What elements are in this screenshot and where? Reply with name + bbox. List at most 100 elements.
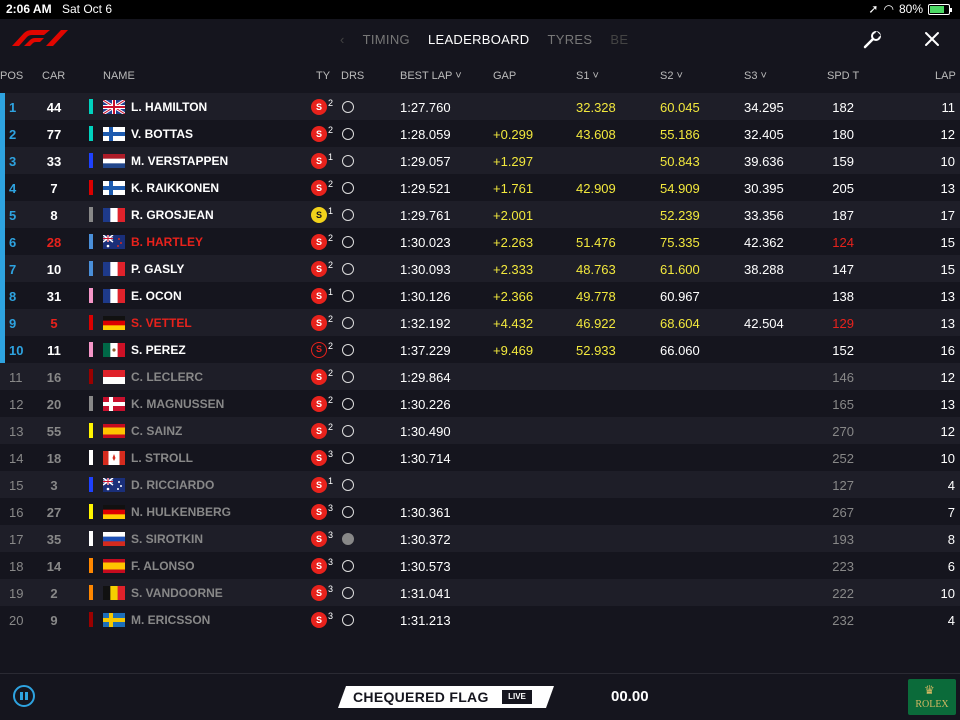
table-row[interactable]: 17 35 S. SIROTKIN S 3 1:30.372 193 8 (0, 525, 960, 552)
table-row[interactable]: 19 2 S. VANDOORNE S 3 1:31.041 222 10 (0, 579, 960, 606)
tyre-stint: 3 (328, 557, 334, 567)
col-best-lap[interactable]: BEST LAP ˅ (400, 70, 462, 82)
team-color-bar (89, 612, 93, 627)
table-row[interactable]: 20 9 M. ERICSSON S 3 1:31.213 232 4 (0, 606, 960, 633)
tab-tyres[interactable]: TYRES (548, 32, 593, 47)
position: 12 (9, 397, 24, 412)
team-color-bar (89, 153, 93, 168)
sector-3: 38.288 (744, 262, 784, 277)
wrench-icon[interactable] (862, 30, 882, 50)
car-number: 16 (46, 370, 62, 385)
tab-leaderboard[interactable]: LEADERBOARD (428, 32, 530, 47)
tab-partial[interactable]: BE (610, 32, 628, 47)
tyre-compound-icon: S (311, 558, 327, 574)
driver-name: K. MAGNUSSEN (131, 397, 225, 411)
car-number: 11 (47, 343, 61, 358)
col-s1[interactable]: S1 ˅ (576, 70, 599, 82)
battery-icon (928, 3, 952, 15)
table-row[interactable]: 3 33 M. VERSTAPPEN S 1 1:29.057 +1.297 5… (0, 147, 960, 174)
table-row[interactable]: 8 31 E. OCON S 1 1:30.126 +2.366 49.778 … (0, 282, 960, 309)
speed-trap: 124 (832, 235, 854, 250)
team-color-bar (89, 450, 93, 465)
sector-2: 55.186 (660, 127, 700, 142)
table-row[interactable]: 18 14 F. ALONSO S 3 1:30.573 223 6 (0, 552, 960, 579)
country-flag-icon (102, 98, 126, 116)
close-icon[interactable] (923, 30, 941, 48)
team-color-bar (89, 180, 93, 195)
best-lap: 1:37.229 (400, 343, 451, 358)
col-s3[interactable]: S3 ˅ (744, 70, 767, 82)
driver-name: C. LECLERC (131, 370, 203, 384)
country-flag-icon (102, 234, 125, 249)
team-color-bar (89, 234, 93, 249)
drs-indicator-icon (342, 317, 354, 329)
leaderboard-table: 1 44 L. HAMILTON S 2 1:27.760 32.328 60.… (0, 93, 960, 633)
gap: +2.263 (493, 235, 534, 250)
table-row[interactable]: 15 3 D. RICCIARDO S 1 127 4 (0, 471, 960, 498)
position: 5 (9, 208, 17, 223)
speed-trap: 270 (832, 424, 854, 439)
position: 9 (9, 316, 17, 331)
col-name: NAME (103, 70, 135, 82)
country-flag-icon (103, 208, 126, 222)
sector-3: 42.362 (744, 235, 784, 250)
country-flag-icon (103, 262, 126, 276)
car-number: 18 (46, 451, 62, 466)
best-lap: 1:30.372 (400, 532, 451, 547)
tab-timing[interactable]: TIMING (363, 32, 410, 47)
car-number: 2 (50, 586, 58, 601)
table-row[interactable]: 11 16 C. LECLERC S 2 1:29.864 146 12 (0, 363, 960, 390)
position: 6 (9, 235, 17, 250)
col-s2[interactable]: S2 ˅ (660, 70, 683, 82)
sector-2: 54.909 (660, 181, 700, 196)
country-flag-icon (103, 505, 125, 520)
col-spd: SPD T (827, 70, 860, 82)
car-number: 27 (46, 505, 62, 520)
tyre-stint: 2 (328, 98, 334, 108)
table-row[interactable]: 1 44 L. HAMILTON S 2 1:27.760 32.328 60.… (0, 93, 960, 120)
drs-indicator-icon (342, 614, 354, 626)
table-row[interactable]: 14 18 L. STROLL S 3 1:30.714 252 10 (0, 444, 960, 471)
table-row[interactable]: 4 7 K. RAIKKONEN S 2 1:29.521 +1.761 42.… (0, 174, 960, 201)
table-row[interactable]: 5 8 R. GROSJEAN S 1 1:29.761 +2.001 52.2… (0, 201, 960, 228)
drs-indicator-icon (342, 479, 354, 491)
best-lap: 1:28.059 (400, 127, 451, 142)
drs-indicator-icon (342, 560, 354, 572)
driver-name: R. GROSJEAN (131, 208, 214, 222)
driver-name: S. PEREZ (131, 343, 186, 357)
sector-2: 61.600 (660, 262, 700, 277)
driver-name: S. VETTEL (131, 316, 192, 330)
table-row[interactable]: 16 27 N. HULKENBERG S 3 1:30.361 267 7 (0, 498, 960, 525)
position-accent (0, 120, 5, 147)
country-flag-icon (103, 586, 126, 600)
table-row[interactable]: 10 11 S. PEREZ S 2 1:37.229 +9.469 52.93… (0, 336, 960, 363)
speed-trap: 193 (832, 532, 854, 547)
tyre-stint: 1 (328, 476, 334, 486)
table-row[interactable]: 7 10 P. GASLY S 2 1:30.093 +2.333 48.763… (0, 255, 960, 282)
country-flag-icon (103, 532, 125, 547)
drs-indicator-icon (342, 533, 354, 545)
sector-3: 34.295 (744, 100, 784, 115)
table-row[interactable]: 6 28 B. HARTLEY S 2 1:30.023 +2.263 51.4… (0, 228, 960, 255)
driver-name: L. HAMILTON (131, 100, 208, 114)
table-row[interactable]: 9 5 S. VETTEL S 2 1:32.192 +4.432 46.922… (0, 309, 960, 336)
table-row[interactable]: 13 55 C. SAINZ S 2 1:30.490 270 12 (0, 417, 960, 444)
position: 11 (9, 370, 23, 385)
position-accent (0, 228, 5, 255)
tyre-compound-icon: S (311, 315, 327, 331)
gap: +9.469 (493, 343, 534, 358)
position-accent (0, 336, 5, 363)
lap-count: 12 (940, 127, 955, 142)
tyre-compound-icon: S (311, 180, 327, 196)
lap-count: 12 (940, 424, 955, 439)
pause-icon[interactable] (13, 685, 35, 707)
tyre-stint: 3 (328, 530, 334, 540)
position: 15 (9, 478, 24, 493)
table-row[interactable]: 2 77 V. BOTTAS S 2 1:28.059 +0.299 43.60… (0, 120, 960, 147)
tyre-compound-icon: S (311, 261, 327, 277)
tyre-stint: 1 (328, 287, 334, 297)
table-row[interactable]: 12 20 K. MAGNUSSEN S 2 1:30.226 165 13 (0, 390, 960, 417)
tyre-compound-icon: S (311, 585, 327, 601)
team-color-bar (89, 126, 93, 141)
team-color-bar (89, 531, 93, 546)
